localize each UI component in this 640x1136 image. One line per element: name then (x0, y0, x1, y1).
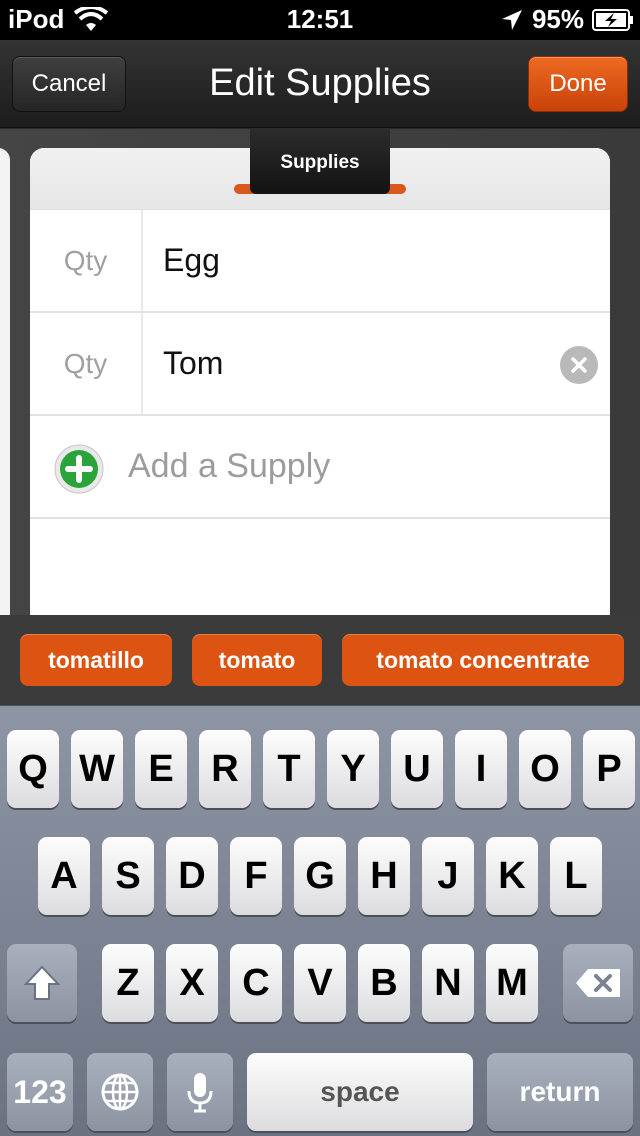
key-r[interactable]: R (199, 730, 251, 808)
globe-icon (101, 1073, 139, 1111)
key-g[interactable]: G (294, 837, 346, 915)
key-f[interactable]: F (230, 837, 282, 915)
status-bar: iPod 12:51 95% (0, 0, 640, 40)
qty-field[interactable]: Qty (30, 313, 143, 414)
key-m[interactable]: M (486, 944, 538, 1022)
keyboard: Q W E R T Y U I O P A S D F G H J K L Z … (0, 705, 640, 1136)
key-v[interactable]: V (294, 944, 346, 1022)
key-a[interactable]: A (38, 837, 90, 915)
supply-name-field[interactable]: Tom (163, 313, 223, 414)
key-t[interactable]: T (263, 730, 315, 808)
dictation-key[interactable] (167, 1053, 233, 1131)
suggestion-chip[interactable]: tomato concentrate (342, 634, 624, 686)
add-supply-label[interactable]: Add a Supply (128, 416, 330, 517)
key-n[interactable]: N (422, 944, 474, 1022)
key-x[interactable]: X (166, 944, 218, 1022)
battery-charging-icon (592, 8, 633, 31)
key-c[interactable]: C (230, 944, 282, 1022)
key-i[interactable]: I (455, 730, 507, 808)
previous-card-edge (0, 148, 10, 618)
battery-percent: 95% (531, 4, 584, 34)
key-e[interactable]: E (135, 730, 187, 808)
return-key[interactable]: return (487, 1053, 633, 1131)
key-w[interactable]: W (71, 730, 123, 808)
key-j[interactable]: J (422, 837, 474, 915)
shift-key[interactable] (7, 944, 77, 1022)
key-b[interactable]: B (358, 944, 410, 1022)
delete-key[interactable] (563, 944, 633, 1022)
key-o[interactable]: O (519, 730, 571, 808)
tab-supplies[interactable]: Supplies (250, 128, 390, 194)
supply-row: Qty Tom (30, 313, 610, 416)
key-q[interactable]: Q (7, 730, 59, 808)
key-k[interactable]: K (486, 837, 538, 915)
key-s[interactable]: S (102, 837, 154, 915)
space-key[interactable]: space (247, 1053, 473, 1131)
key-y[interactable]: Y (327, 730, 379, 808)
key-h[interactable]: H (358, 837, 410, 915)
location-arrow-icon (501, 9, 522, 30)
key-l[interactable]: L (550, 837, 602, 915)
shift-arrow-icon (23, 965, 61, 1000)
suggestion-bar: tomatillo tomato tomato concentrate (0, 615, 640, 705)
supply-name-field[interactable]: Egg (163, 210, 220, 311)
key-d[interactable]: D (166, 837, 218, 915)
supply-row: Qty Egg (30, 210, 610, 313)
key-p[interactable]: P (583, 730, 635, 808)
globe-key[interactable] (87, 1053, 153, 1131)
numbers-key[interactable]: 123 (7, 1053, 73, 1131)
add-circle-icon[interactable] (54, 444, 104, 494)
suggestion-chip[interactable]: tomato (192, 634, 322, 686)
suggestion-chip[interactable]: tomatillo (20, 634, 172, 686)
qty-field[interactable]: Qty (30, 210, 143, 311)
clear-text-icon[interactable] (560, 346, 598, 384)
backspace-icon (576, 969, 620, 997)
nav-bar: Cancel Edit Supplies Done (0, 40, 640, 128)
done-button[interactable]: Done (528, 56, 628, 112)
add-supply-row[interactable]: Add a Supply (30, 416, 610, 519)
microphone-icon (187, 1073, 213, 1113)
key-z[interactable]: Z (102, 944, 154, 1022)
key-u[interactable]: U (391, 730, 443, 808)
